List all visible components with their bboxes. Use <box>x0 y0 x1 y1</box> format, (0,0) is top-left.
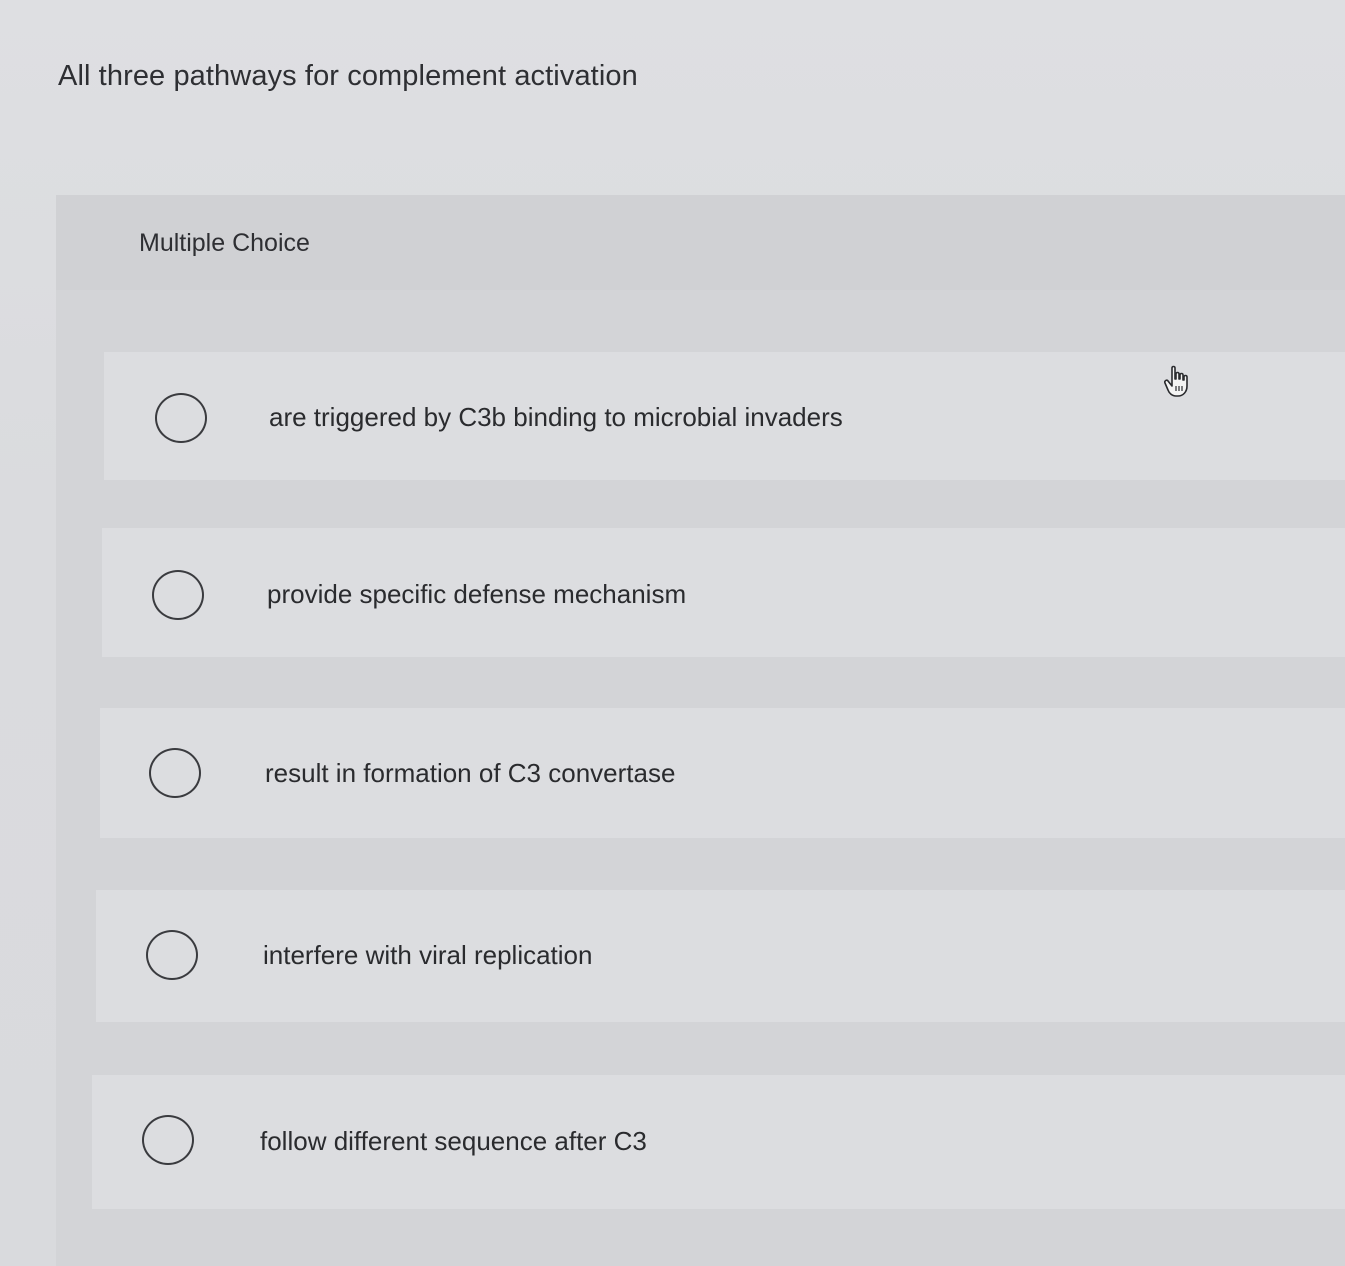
radio-button[interactable] <box>152 570 204 620</box>
radio-button[interactable] <box>155 393 207 443</box>
answer-option[interactable]: are triggered by C3b binding to microbia… <box>104 352 1345 480</box>
radio-button[interactable] <box>149 748 201 798</box>
answer-option[interactable]: provide specific defense mechanism <box>102 528 1345 657</box>
answer-option-text: provide specific defense mechanism <box>267 579 687 609</box>
answer-option[interactable]: result in formation of C3 convertase <box>100 708 1345 838</box>
quiz-page: All three pathways for complement activa… <box>0 0 1345 1266</box>
answer-option-text: interfere with viral replication <box>263 940 593 970</box>
answer-option[interactable]: follow different sequence after C3 <box>92 1075 1345 1209</box>
hand-pointer-icon <box>1164 365 1188 397</box>
answer-option-text: result in formation of C3 convertase <box>265 758 676 788</box>
radio-button[interactable] <box>146 930 198 980</box>
radio-button[interactable] <box>142 1115 194 1165</box>
answer-option[interactable]: interfere with viral replication <box>96 890 1345 1022</box>
answer-option-text: follow different sequence after C3 <box>260 1126 647 1156</box>
answer-option-text: are triggered by C3b binding to microbia… <box>269 402 843 432</box>
answer-options: are triggered by C3b binding to microbia… <box>0 0 1345 1266</box>
